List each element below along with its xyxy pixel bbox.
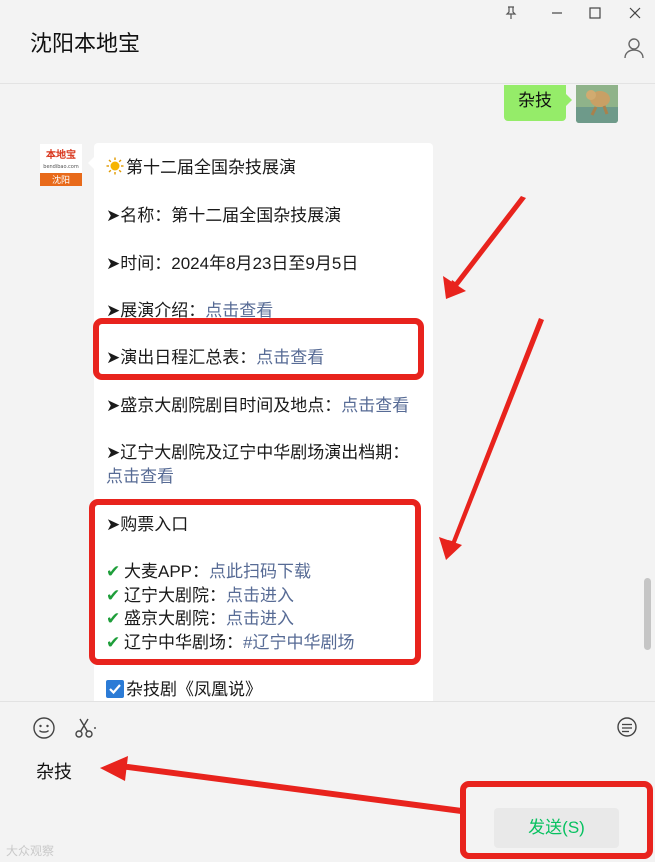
avatar-bottom-text: 沈阳	[52, 174, 70, 186]
item-schedule: ➤演出日程汇总表：点击查看	[106, 348, 325, 367]
ticket-damai: ✔ 大麦APP：点此扫码下载	[106, 562, 312, 581]
item-liaoning: ➤辽宁大剧院及辽宁中华剧场演出档期：	[106, 443, 410, 462]
emoji-icon[interactable]	[32, 716, 58, 742]
input-area: 杂技 发送(S) 大众观察	[0, 701, 655, 862]
zhonghua-theatre-link[interactable]: #辽宁中华剧场	[243, 633, 354, 652]
item-fenghuang: 杂技剧《凤凰说》	[106, 675, 262, 700]
info-card-message[interactable]: 第十二届全国杂技展演 ➤名称：第十二届全国杂技展演 ➤时间：2024年8月23日…	[88, 143, 433, 701]
check-icon: ✔	[106, 562, 121, 581]
chat-bubble-icon[interactable]	[615, 716, 641, 742]
check-icon: ✔	[106, 633, 121, 652]
check-icon: ✔	[106, 586, 121, 605]
intro-link[interactable]: 点击查看	[205, 301, 273, 320]
ticket-shengjing-theatre: ✔ 盛京大剧院：点击进入	[106, 609, 294, 628]
shengjing-theatre-link[interactable]: 点击进入	[226, 609, 294, 628]
my-message-bubble[interactable]: 杂技	[504, 85, 572, 121]
item-liaoning-link-line: 点击查看	[106, 462, 174, 487]
schedule-link[interactable]: 点击查看	[256, 348, 324, 367]
scissors-icon[interactable]	[73, 716, 99, 742]
chat-history[interactable]: 杂技 本地宝 bendibao.com 沈阳 第十二届全国杂技展演 ➤名称：第十…	[0, 85, 655, 701]
damai-link[interactable]: 点此扫码下载	[209, 562, 311, 581]
bendibao-avatar[interactable]: 本地宝 bendibao.com 沈阳	[40, 144, 82, 186]
maximize-icon[interactable]	[584, 4, 606, 26]
check-icon: ✔	[106, 609, 121, 628]
watermark: 大众观察	[6, 844, 55, 858]
item-intro: ➤展演介绍：点击查看	[106, 301, 274, 320]
ticket-zhonghua-theatre: ✔ 辽宁中华剧场：#辽宁中华剧场	[106, 633, 355, 652]
close-icon[interactable]	[624, 4, 646, 26]
message-input[interactable]: 杂技	[36, 758, 72, 784]
send-button[interactable]: 发送(S)	[494, 808, 619, 848]
pin-icon[interactable]	[500, 4, 522, 26]
sun-icon	[106, 157, 126, 180]
shengjing-link[interactable]: 点击查看	[341, 396, 409, 415]
checkbox-icon	[106, 680, 124, 698]
my-avatar[interactable]	[576, 85, 618, 123]
chat-title: 沈阳本地宝	[30, 31, 141, 56]
person-icon[interactable]	[622, 36, 646, 60]
title-bar: 沈阳本地宝	[0, 0, 655, 84]
ticket-header: ➤购票入口	[106, 515, 189, 534]
card-title: 第十二届全国杂技展演	[106, 153, 296, 180]
ticket-liaoning-theatre: ✔ 辽宁大剧院：点击进入	[106, 586, 294, 605]
liaoning-theatre-link[interactable]: 点击进入	[226, 586, 294, 605]
scrollbar[interactable]	[644, 578, 651, 650]
avatar-top-text: 本地宝	[46, 148, 76, 161]
item-time: ➤时间：2024年8月23日至9月5日	[106, 254, 359, 273]
avatar-sub-text: bendibao.com	[43, 164, 79, 170]
minimize-icon[interactable]	[546, 4, 568, 26]
item-shengjing: ➤盛京大剧院剧目时间及地点：点击查看	[106, 396, 410, 415]
liaoning-link[interactable]: 点击查看	[106, 467, 174, 486]
item-name: ➤名称：第十二届全国杂技展演	[106, 206, 342, 225]
